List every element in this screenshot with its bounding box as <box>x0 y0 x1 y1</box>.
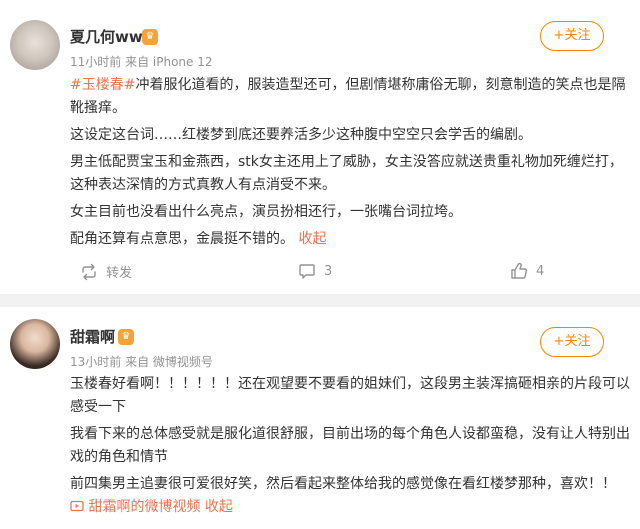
post-divider <box>0 294 640 307</box>
username[interactable]: 甜霜啊 <box>70 326 115 347</box>
video-icon <box>70 500 84 512</box>
post-content: 玉楼春好看啊！！！！！！还在观望要不要看的姐妹们，这段男主装浑搞砸相亲的片段可以… <box>70 373 630 523</box>
paragraph: 男主低配贾宝玉和金燕西，stk女主还用上了威胁，女主没答应就送贵重礼物加死缠烂打… <box>70 154 623 193</box>
topic-link[interactable]: #玉楼春# <box>70 77 135 93</box>
vip-badge-icon: ♛ <box>118 329 134 345</box>
collapse-link[interactable]: 收起 <box>205 499 233 515</box>
video-link-label: 甜霜啊的微博视频 <box>88 499 201 515</box>
collapse-link[interactable]: 收起 <box>298 231 326 247</box>
post-content: #玉楼春#冲着服化道看的，服装造型还可，但剧情堪称庸俗无聊，刻意制造的笑点也是隔… <box>70 74 630 255</box>
avatar[interactable] <box>10 319 60 369</box>
repost-button[interactable]: 转发 <box>80 262 132 281</box>
paragraph: 这设定这台词……红楼梦到底还要养活多少这种腹中空空只会学舌的编剧。 <box>70 127 532 143</box>
follow-button[interactable]: +关注 <box>540 21 604 51</box>
thumbs-up-icon <box>511 262 528 279</box>
post-meta: 13小时前 来自 微博视频号 <box>70 355 213 369</box>
paragraph: #玉楼春#冲着服化道看的，服装造型还可，但剧情堪称庸俗无聊，刻意制造的笑点也是隔… <box>70 74 630 120</box>
avatar[interactable] <box>10 20 60 70</box>
paragraph: 玉楼春好看啊！！！！！！还在观望要不要看的姐妹们，这段男主装浑搞砸相亲的片段可以… <box>70 376 630 415</box>
paragraph-text: 前四集男主追妻很可爱很好笑，然后看起来整体给我的感觉像在看红楼梦那种，喜欢！！ <box>70 476 616 492</box>
paragraph: 配角还算有点意思，金晨挺不错的。 收起 <box>70 228 630 251</box>
paragraph: 女主目前也没看出什么亮点，演员扮相还行，一张嘴台词拉垮。 <box>70 204 462 220</box>
paragraph: 我看下来的总体感受就是服化道很舒服，目前出场的每个角色人设都蛮稳，没有让人特别出… <box>70 426 630 465</box>
repost-label: 转发 <box>106 266 133 281</box>
comment-button[interactable]: 3 <box>298 262 332 280</box>
comment-count: 3 <box>324 263 333 279</box>
post-card: 甜霜啊 ♛ 13小时前 来自 微博视频号 +关注 玉楼春好看啊！！！！！！还在观… <box>0 307 640 529</box>
repost-icon <box>82 263 96 280</box>
paragraph-text: 冲着服化道看的，服装造型还可，但剧情堪称庸俗无聊，刻意制造的笑点也是隔靴搔痒。 <box>70 77 626 116</box>
like-count: 4 <box>536 263 545 279</box>
like-button[interactable]: 4 <box>510 262 544 280</box>
comment-icon <box>299 264 315 279</box>
post-card: 夏几何ww ♛ 11小时前 来自 iPhone 12 +关注 #玉楼春#冲着服化… <box>0 0 640 294</box>
vip-badge-icon: ♛ <box>142 29 158 45</box>
post-meta: 11小时前 来自 iPhone 12 <box>70 55 213 69</box>
action-bar: 转发 3 4 <box>70 262 570 286</box>
video-link[interactable]: 甜霜啊的微博视频 <box>70 499 200 515</box>
paragraph-text: 配角还算有点意思，金晨挺不错的。 <box>70 231 294 247</box>
paragraph: 前四集男主追妻很可爱很好笑，然后看起来整体给我的感觉像在看红楼梦那种，喜欢！！ … <box>70 473 630 519</box>
username[interactable]: 夏几何ww <box>70 26 143 47</box>
follow-button[interactable]: +关注 <box>540 327 604 357</box>
